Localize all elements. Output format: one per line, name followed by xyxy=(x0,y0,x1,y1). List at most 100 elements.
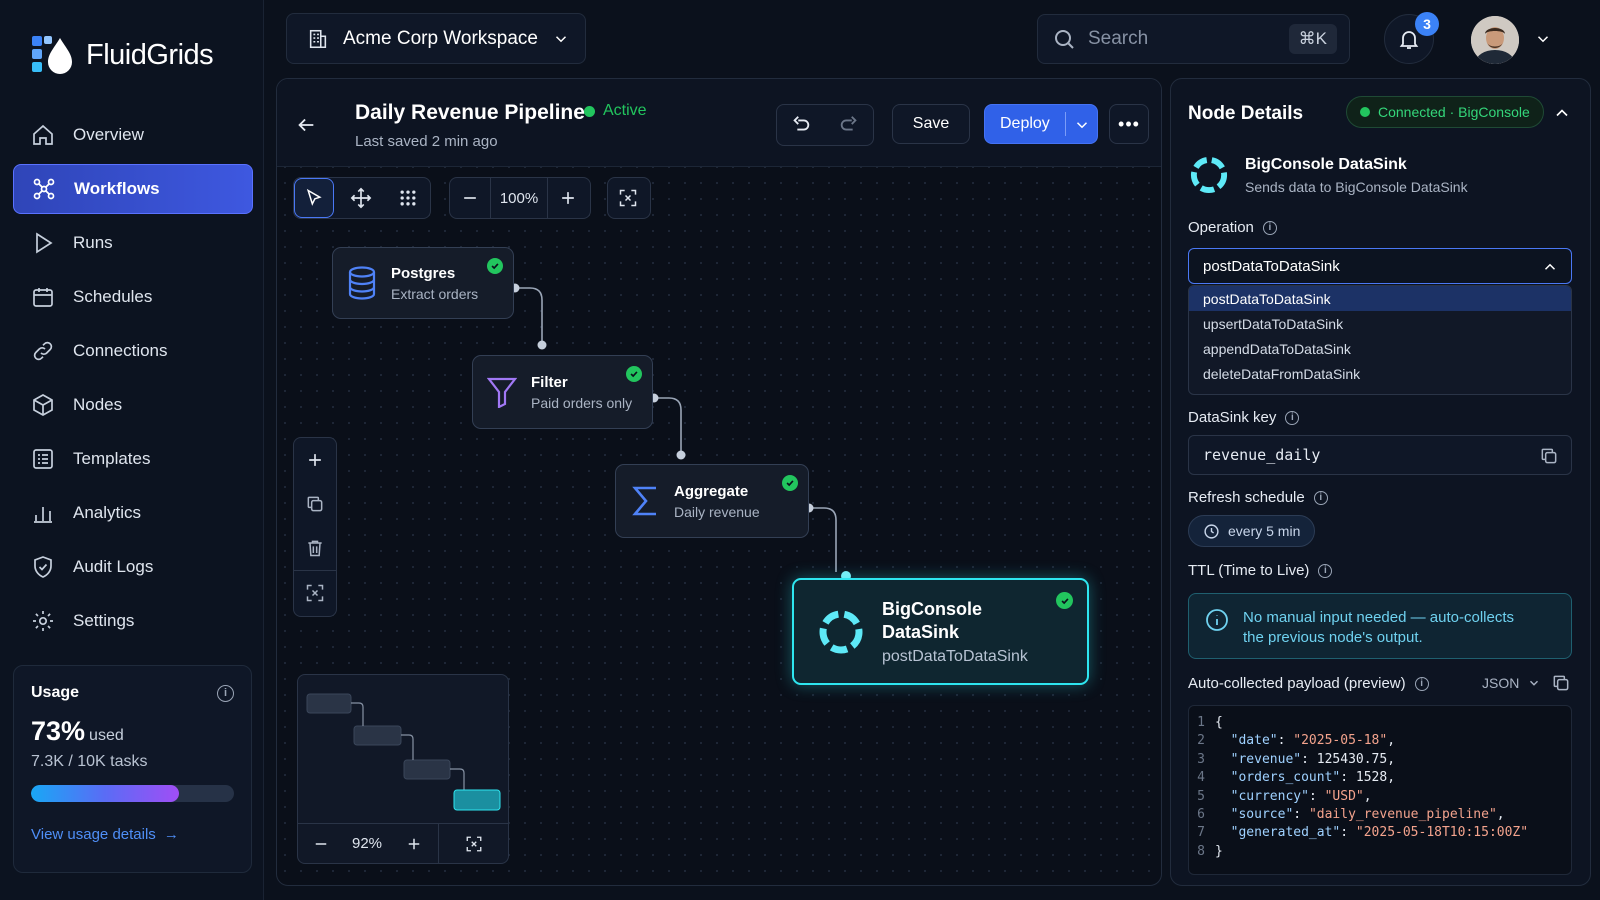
delete-node-button[interactable] xyxy=(294,526,336,570)
code-line: 7 "generated_at": "2025-05-18T10:15:00Z" xyxy=(1189,824,1571,842)
format-select[interactable]: JSON xyxy=(1482,675,1541,691)
node-postgres[interactable]: Postgres Extract orders xyxy=(332,247,514,319)
node-subtitle: postDataToDataSink xyxy=(882,647,1028,665)
app-logo[interactable]: FluidGrids xyxy=(30,32,214,78)
info-icon[interactable]: i xyxy=(1414,676,1429,691)
usage-percent: 73% used xyxy=(31,716,234,747)
code-text: } xyxy=(1215,843,1223,859)
sidebar-item-settings[interactable]: Settings xyxy=(13,596,253,646)
minimap[interactable]: 92% xyxy=(297,674,509,864)
sidebar-item-label: Schedules xyxy=(73,287,153,306)
minimap-controls: 92% xyxy=(298,823,508,864)
focus-node-button[interactable] xyxy=(294,570,336,614)
search-input[interactable]: Search xyxy=(1088,28,1148,50)
sidebar-item-overview[interactable]: Overview xyxy=(13,110,253,160)
copy-icon[interactable] xyxy=(1539,446,1559,466)
info-icon[interactable]: i xyxy=(217,684,234,702)
search-icon xyxy=(1055,30,1074,49)
node-title: Aggregate xyxy=(674,482,749,500)
ttl-note-line: the previous node's output. xyxy=(1243,629,1423,646)
fluidgrids-logo-icon xyxy=(32,36,72,74)
add-node-button[interactable] xyxy=(294,438,336,482)
info-icon[interactable]: i xyxy=(1313,490,1328,505)
fit-screen-icon xyxy=(306,584,324,601)
search-box[interactable]: Search ⌘K xyxy=(1037,14,1350,64)
usage-used-label: used xyxy=(89,727,124,744)
sidebar-item-label: Nodes xyxy=(73,395,123,414)
node-aggregate[interactable]: Aggregate Daily revenue xyxy=(615,464,809,538)
sidebar-item-nodes[interactable]: Nodes xyxy=(13,380,253,430)
operation-option[interactable]: upsertDataToDataSink xyxy=(1189,311,1571,336)
sidebar-item-label: Workflows xyxy=(74,179,160,198)
operation-selected-value: postDataToDataSink xyxy=(1203,257,1340,275)
code-text: "orders_count": 1528, xyxy=(1230,770,1396,786)
panel-title: Node Details xyxy=(1188,103,1304,124)
refresh-schedule-label: Refresh schedule i xyxy=(1188,489,1328,506)
minimap-zoom-out-button[interactable] xyxy=(298,835,344,853)
operation-option[interactable]: appendDataToDataSink xyxy=(1189,336,1571,361)
node-bigconsole-datasink[interactable]: BigConsole DataSink postDataToDataSink xyxy=(792,578,1089,685)
avatar[interactable] xyxy=(1471,16,1519,64)
minimap-zoom-in-button[interactable] xyxy=(390,835,438,853)
workflow-canvas[interactable]: Daily Revenue Pipeline Active Last saved… xyxy=(276,78,1162,886)
check-icon xyxy=(1056,592,1073,609)
database-icon xyxy=(348,266,376,300)
connection-dot xyxy=(1360,107,1370,117)
usage-card: Usage i 73% used 7.3K / 10K tasks View us… xyxy=(13,665,252,873)
code-text: { xyxy=(1215,715,1223,730)
sidebar-item-schedules[interactable]: Schedules xyxy=(13,272,253,322)
sidebar-item-audit-logs[interactable]: Audit Logs xyxy=(13,542,253,592)
sidebar-item-templates[interactable]: Templates xyxy=(13,434,253,484)
sidebar-item-analytics[interactable]: Analytics xyxy=(13,488,253,538)
info-icon[interactable]: i xyxy=(1285,410,1300,425)
operation-option[interactable]: deleteDataFromDataSink xyxy=(1189,361,1571,386)
node-title: Postgres xyxy=(391,264,456,282)
line-number: 2 xyxy=(1197,733,1205,749)
operation-option[interactable]: postDataToDataSink xyxy=(1189,286,1571,311)
sidebar-item-label: Connections xyxy=(73,341,168,360)
view-usage-link[interactable]: View usage details → xyxy=(31,826,234,843)
node-details-panel: Node Details Connected · BigConsole BigC… xyxy=(1170,78,1591,886)
code-text: "revenue": 125430.75, xyxy=(1230,751,1396,767)
code-text: "currency": "USD", xyxy=(1230,788,1372,804)
refresh-schedule-chip[interactable]: every 5 min xyxy=(1188,515,1316,547)
bigconsole-logo-icon xyxy=(1190,156,1228,194)
connector-aggregate-sink xyxy=(809,507,837,572)
operation-dropdown: postDataToDataSink upsertDataToDataSink … xyxy=(1188,285,1572,395)
usage-progress-bar xyxy=(31,785,234,802)
node-title: Filter xyxy=(531,373,568,391)
info-icon[interactable]: i xyxy=(1262,220,1277,235)
usage-tasks: 7.3K / 10K tasks xyxy=(31,753,148,770)
bar-chart-icon xyxy=(34,507,52,523)
sigma-icon xyxy=(632,486,656,516)
workspace-selector[interactable]: Acme Corp Workspace xyxy=(286,13,586,64)
payload-code-preview: 1{2 "date": "2025-05-18", 3 "revenue": 12… xyxy=(1188,705,1572,875)
connector-postgres-filter xyxy=(515,287,543,344)
sidebar-item-label: Templates xyxy=(73,449,151,468)
plus-icon xyxy=(309,454,321,466)
minimap-preview xyxy=(306,693,501,811)
sidebar-item-runs[interactable]: Runs xyxy=(13,218,253,268)
app-name: FluidGrids xyxy=(86,38,214,71)
info-icon[interactable]: i xyxy=(1318,563,1333,578)
duplicate-node-button[interactable] xyxy=(294,482,336,526)
datasink-key-field[interactable]: revenue_daily xyxy=(1188,435,1572,475)
account-menu-chevron-icon[interactable] xyxy=(1534,30,1552,48)
minimap-fit-button[interactable] xyxy=(438,823,508,864)
sidebar-item-workflows[interactable]: Workflows xyxy=(13,164,253,214)
minimap-zoom-level: 92% xyxy=(351,835,383,852)
copy-icon xyxy=(307,496,323,512)
code-text: "generated_at": "2025-05-18T10:15:00Z" xyxy=(1230,825,1529,841)
node-filter[interactable]: Filter Paid orders only xyxy=(472,355,653,429)
operation-select[interactable]: postDataToDataSink xyxy=(1188,248,1572,284)
workflow-icon xyxy=(33,178,55,200)
copy-icon[interactable] xyxy=(1551,673,1571,693)
check-icon xyxy=(782,475,798,491)
view-usage-link-label: View usage details xyxy=(31,826,156,843)
collapse-panel-icon[interactable] xyxy=(1552,103,1572,123)
sidebar-item-connections[interactable]: Connections xyxy=(13,326,253,376)
code-line: 5 "currency": "USD", xyxy=(1189,788,1571,806)
node-title: BigConsole xyxy=(882,598,983,619)
info-circle-icon xyxy=(1206,609,1228,631)
payload-label: Auto-collected payload (preview) i xyxy=(1188,675,1429,692)
